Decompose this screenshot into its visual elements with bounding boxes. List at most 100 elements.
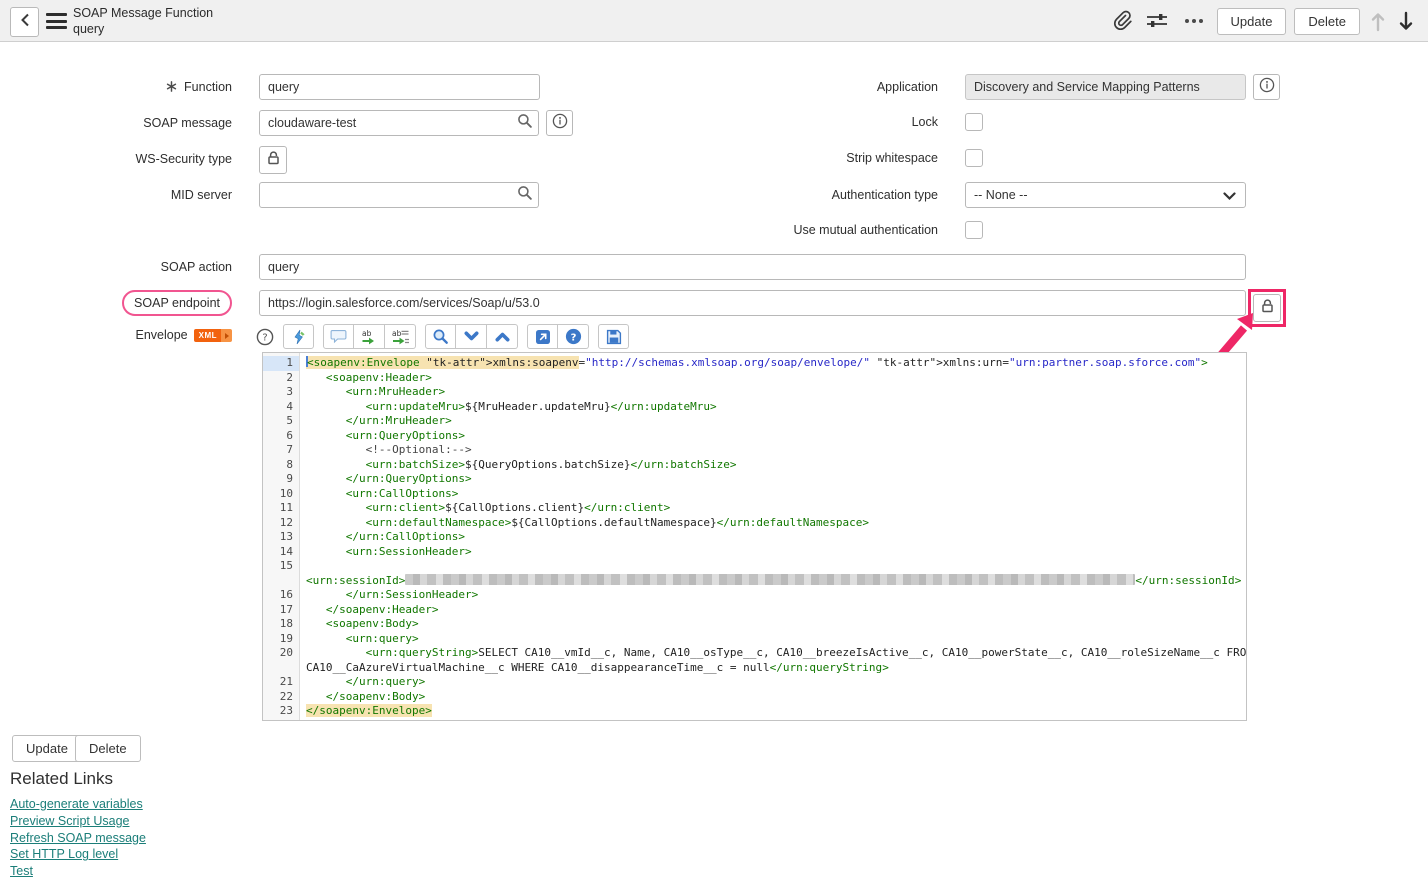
code-line: 18 <soapenv:Body> bbox=[263, 617, 1246, 632]
mid-server-input[interactable] bbox=[259, 182, 512, 208]
mid-server-label: MID server bbox=[0, 182, 232, 208]
search-icon[interactable] bbox=[425, 324, 456, 349]
line-number: 17 bbox=[263, 603, 299, 618]
context-menu-icon[interactable] bbox=[46, 13, 67, 29]
svg-text:?: ? bbox=[262, 332, 267, 343]
line-number: 10 bbox=[263, 487, 299, 502]
replace-all-icon[interactable]: ab bbox=[385, 324, 416, 349]
info-icon bbox=[552, 113, 568, 134]
line-number: 3 bbox=[263, 385, 299, 400]
page-title: SOAP Message Function query bbox=[73, 5, 213, 37]
application-preview-button[interactable] bbox=[1253, 74, 1280, 100]
line-number: 18 bbox=[263, 617, 299, 632]
svg-text:ab: ab bbox=[392, 329, 402, 338]
authentication-type-label: Authentication type bbox=[606, 182, 938, 208]
line-number: 12 bbox=[263, 516, 299, 531]
annotation-highlight-box bbox=[1248, 289, 1286, 327]
use-mutual-authentication-checkbox[interactable] bbox=[965, 221, 983, 239]
soap-action-input[interactable] bbox=[259, 254, 1246, 280]
code-line: 23</soapenv:Envelope> bbox=[263, 704, 1246, 719]
line-number bbox=[263, 574, 299, 589]
editor-toolbar: ? ab ab? bbox=[256, 324, 629, 349]
search-icon bbox=[517, 113, 533, 134]
code-line: 20 <urn:queryString>SELECT CA10__vmId__c… bbox=[263, 646, 1246, 661]
related-link[interactable]: Test bbox=[10, 865, 146, 878]
svg-text:ab: ab bbox=[362, 329, 372, 338]
code-line: 15 bbox=[263, 559, 1246, 574]
redacted-session-id bbox=[405, 574, 1135, 585]
function-label: Function bbox=[0, 74, 232, 100]
lock-checkbox[interactable] bbox=[965, 113, 983, 131]
svg-text:?: ? bbox=[570, 332, 576, 343]
code-line: 10 <urn:CallOptions> bbox=[263, 487, 1246, 502]
comment-icon[interactable] bbox=[323, 324, 354, 349]
strip-whitespace-checkbox[interactable] bbox=[965, 149, 983, 167]
soap-endpoint-input[interactable] bbox=[259, 290, 1246, 316]
help-filled-icon[interactable]: ? bbox=[558, 324, 589, 349]
related-link[interactable]: Preview Script Usage bbox=[10, 815, 146, 828]
code-line: 16 </urn:SessionHeader> bbox=[263, 588, 1246, 603]
info-icon bbox=[1259, 77, 1275, 98]
lock-icon bbox=[266, 150, 281, 171]
code-line: 5 </urn:MruHeader> bbox=[263, 414, 1246, 429]
line-number: 2 bbox=[263, 371, 299, 386]
soap-message-preview-button[interactable] bbox=[546, 110, 573, 136]
code-line: 12 <urn:defaultNamespace>${CallOptions.d… bbox=[263, 516, 1246, 531]
save-icon[interactable] bbox=[598, 324, 629, 349]
chevron-down-icon bbox=[1223, 192, 1236, 201]
help-circle-icon[interactable]: ? bbox=[256, 328, 274, 346]
authentication-type-select[interactable]: -- None -- bbox=[965, 182, 1246, 208]
soap-message-label: SOAP message bbox=[0, 110, 232, 136]
soap-message-input[interactable] bbox=[259, 110, 512, 136]
line-number: 22 bbox=[263, 690, 299, 705]
code-line: 7 <!--Optional:--> bbox=[263, 443, 1246, 458]
line-number: 8 bbox=[263, 458, 299, 473]
required-asterisk-icon bbox=[166, 75, 177, 101]
delete-button-bottom[interactable]: Delete bbox=[75, 735, 141, 762]
code-line: 8 <urn:batchSize>${QueryOptions.batchSiz… bbox=[263, 458, 1246, 473]
back-icon bbox=[20, 13, 30, 32]
line-number: 5 bbox=[263, 414, 299, 429]
delete-button-top[interactable]: Delete bbox=[1294, 8, 1360, 35]
editor-code: 1<soapenv:Envelope "tk-attr">xmlns:soape… bbox=[263, 353, 1246, 719]
replace-icon[interactable]: ab bbox=[354, 324, 385, 349]
ws-security-unlock-button[interactable] bbox=[259, 146, 287, 174]
open-new-window-icon[interactable] bbox=[527, 324, 558, 349]
format-code-icon[interactable] bbox=[283, 324, 314, 349]
update-button-bottom[interactable]: Update bbox=[12, 735, 82, 762]
code-line: 17 </soapenv:Header> bbox=[263, 603, 1246, 618]
related-link[interactable]: Set HTTP Log level bbox=[10, 848, 146, 861]
find-previous-icon[interactable] bbox=[487, 324, 518, 349]
envelope-xml-editor[interactable]: 1<soapenv:Envelope "tk-attr">xmlns:soape… bbox=[262, 352, 1247, 721]
strip-whitespace-label: Strip whitespace bbox=[606, 145, 938, 171]
lock-label: Lock bbox=[606, 109, 938, 135]
function-input[interactable] bbox=[259, 74, 540, 100]
related-link[interactable]: Auto-generate variables bbox=[10, 798, 146, 811]
line-number: 16 bbox=[263, 588, 299, 603]
line-number: 1 bbox=[263, 356, 299, 371]
back-button[interactable] bbox=[10, 7, 39, 37]
line-number: 15 bbox=[263, 559, 299, 574]
line-number: 6 bbox=[263, 429, 299, 444]
attachment-icon[interactable] bbox=[1112, 10, 1132, 32]
line-number: 13 bbox=[263, 530, 299, 545]
navigate-down-icon[interactable] bbox=[1398, 11, 1414, 32]
personalize-form-icon[interactable] bbox=[1146, 11, 1168, 31]
line-number bbox=[263, 661, 299, 676]
record-name-subtitle: query bbox=[73, 21, 213, 37]
code-line: 4 <urn:updateMru>${MruHeader.updateMru}<… bbox=[263, 400, 1246, 415]
line-number: 4 bbox=[263, 400, 299, 415]
envelope-label: EnvelopeXML bbox=[0, 323, 232, 347]
related-link[interactable]: Refresh SOAP message bbox=[10, 832, 146, 845]
code-line: CA10__CaAzureVirtualMachine__c WHERE CA1… bbox=[263, 661, 1246, 676]
update-button-top[interactable]: Update bbox=[1217, 8, 1287, 35]
line-number: 20 bbox=[263, 646, 299, 661]
soap-message-lookup-button[interactable] bbox=[511, 110, 539, 136]
mid-server-lookup-button[interactable] bbox=[511, 182, 539, 208]
line-number: 19 bbox=[263, 632, 299, 647]
more-options-icon[interactable] bbox=[1185, 19, 1203, 23]
line-number: 23 bbox=[263, 704, 299, 719]
find-next-icon[interactable] bbox=[456, 324, 487, 349]
navigate-up-icon[interactable] bbox=[1370, 11, 1386, 32]
line-number: 21 bbox=[263, 675, 299, 690]
